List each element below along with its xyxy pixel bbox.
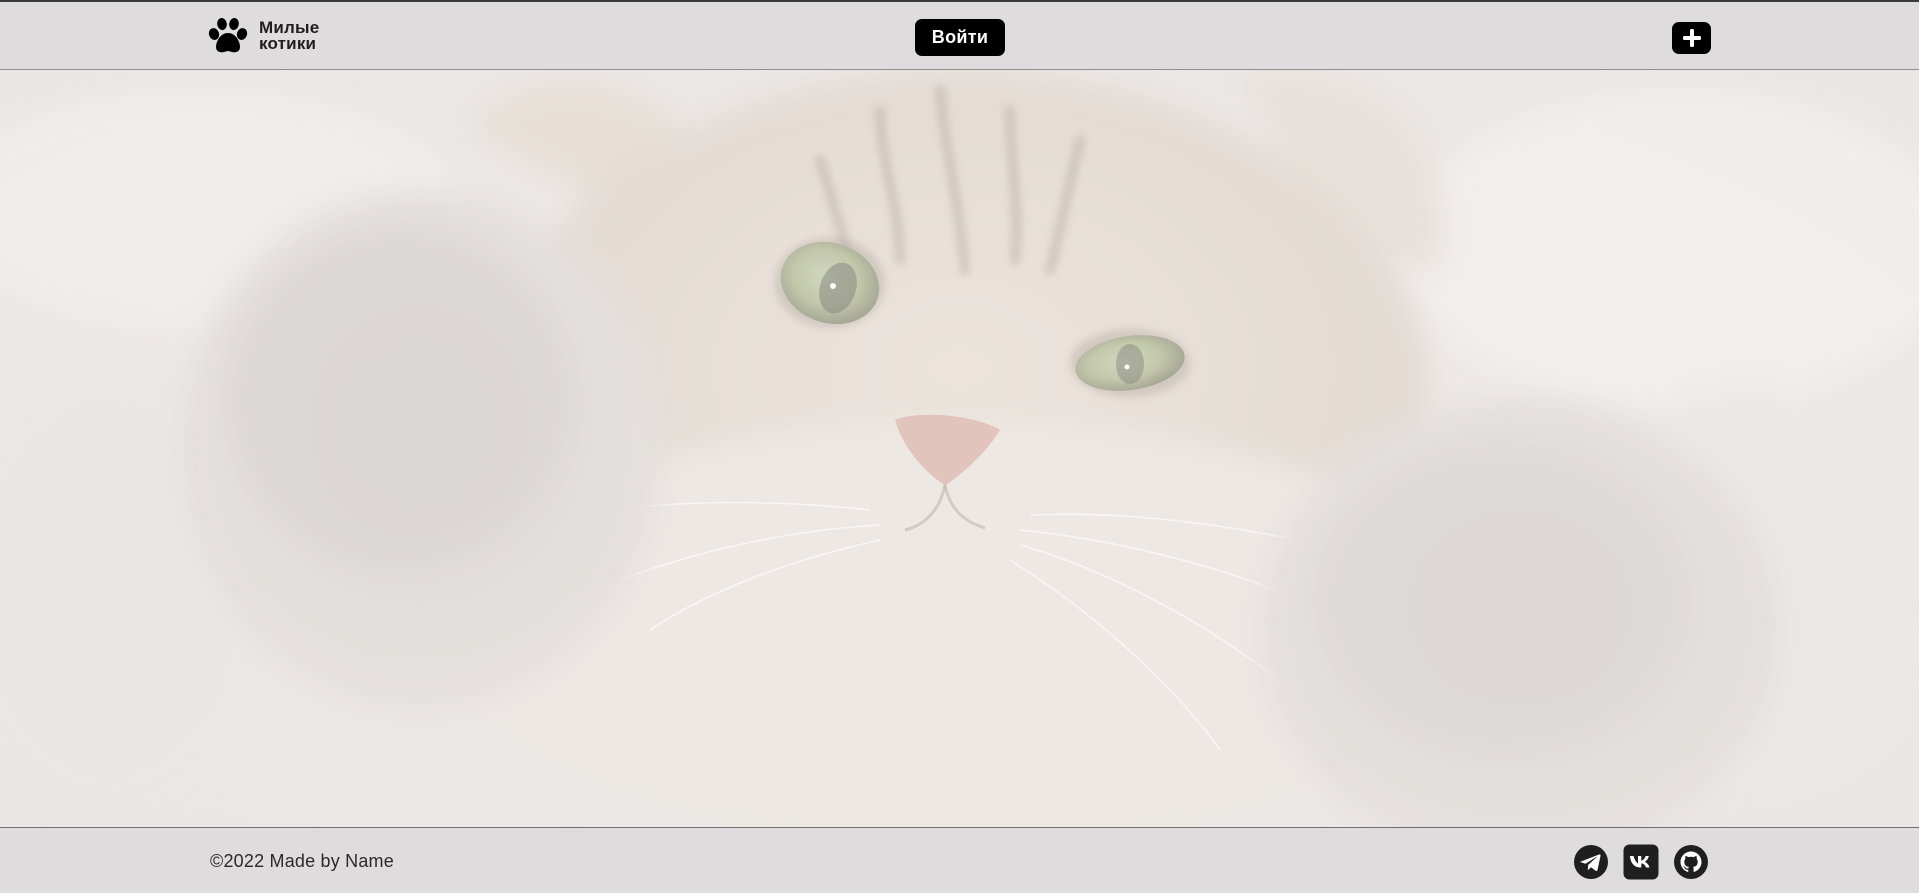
github-link[interactable] xyxy=(1673,844,1709,880)
logo-text: Милые котики xyxy=(259,19,319,53)
logo[interactable]: Милые котики xyxy=(208,18,319,54)
github-icon xyxy=(1674,845,1708,879)
vk-icon xyxy=(1623,844,1659,880)
logo-line-2: котики xyxy=(259,34,317,53)
vk-link[interactable] xyxy=(1623,844,1659,880)
site-footer: ©2022 Made by Name xyxy=(0,827,1919,893)
plus-icon xyxy=(1682,29,1701,47)
add-cat-button[interactable] xyxy=(1672,22,1711,54)
telegram-link[interactable] xyxy=(1573,844,1609,880)
telegram-icon xyxy=(1574,845,1608,879)
site-header: Милые котики Войти xyxy=(0,0,1919,70)
cat-photo xyxy=(0,70,1919,827)
paw-icon xyxy=(208,18,248,53)
copyright-text: ©2022 Made by Name xyxy=(210,851,394,871)
hero-section xyxy=(0,70,1919,827)
login-button[interactable]: Войти xyxy=(915,19,1005,56)
